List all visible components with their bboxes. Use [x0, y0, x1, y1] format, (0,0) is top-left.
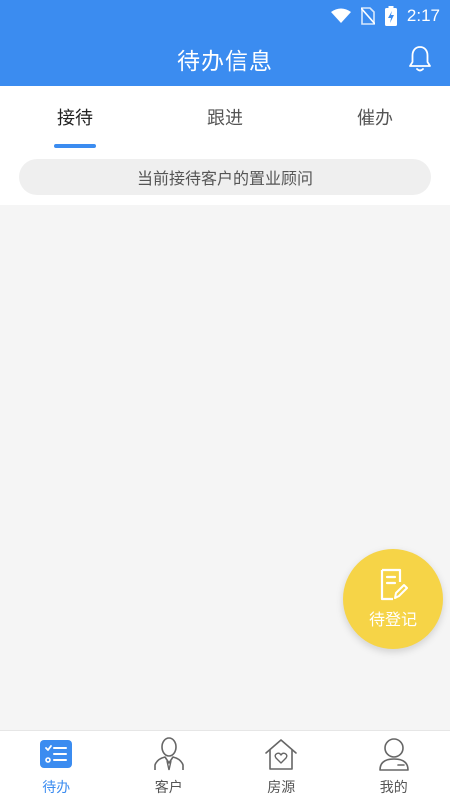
info-text: 当前接待客户的置业顾问: [136, 168, 313, 188]
tab-follow-up[interactable]: 跟进: [150, 86, 300, 148]
tab-label: 催办: [357, 108, 393, 129]
fab-label: 待登记: [368, 610, 417, 629]
nav-item-customer[interactable]: 客户: [113, 731, 226, 800]
tab-label: 跟进: [207, 108, 243, 129]
bell-icon[interactable]: [408, 45, 432, 73]
status-time: 2:17: [406, 6, 440, 25]
house-heart-icon: [265, 739, 298, 770]
info-banner: 当前接待客户的置业顾问: [19, 158, 431, 195]
todo-list-icon: [40, 740, 73, 768]
customer-icon: [153, 737, 184, 771]
wifi-icon: [330, 8, 351, 23]
tab-reception[interactable]: 接待: [0, 86, 150, 148]
nav-label: 房源: [267, 780, 296, 796]
register-fab-button[interactable]: 待登记: [343, 549, 443, 649]
nav-item-todo[interactable]: 待办: [0, 731, 113, 800]
tab-label: 接待: [57, 108, 93, 129]
nav-label: 客户: [154, 780, 183, 796]
status-bar: 2:17: [0, 0, 450, 32]
bottom-nav: 待办 客户 房源 我的: [0, 730, 450, 800]
edit-note-icon: [380, 568, 408, 601]
page-title: 待办信息: [177, 49, 273, 75]
battery-charging-icon: [384, 6, 397, 26]
nav-label: 待办: [42, 780, 71, 796]
nav-item-mine[interactable]: 我的: [338, 731, 450, 800]
nav-label: 我的: [379, 780, 408, 796]
content-area: [0, 205, 450, 730]
tab-bar: 接待 跟进 催办: [0, 86, 450, 148]
no-sim-icon: [360, 7, 375, 25]
tab-reminder[interactable]: 催办: [300, 86, 450, 148]
app-bar: 待办信息: [0, 32, 450, 86]
nav-item-property[interactable]: 房源: [225, 731, 338, 800]
info-area: 当前接待客户的置业顾问: [0, 148, 450, 205]
profile-icon: [378, 738, 409, 771]
